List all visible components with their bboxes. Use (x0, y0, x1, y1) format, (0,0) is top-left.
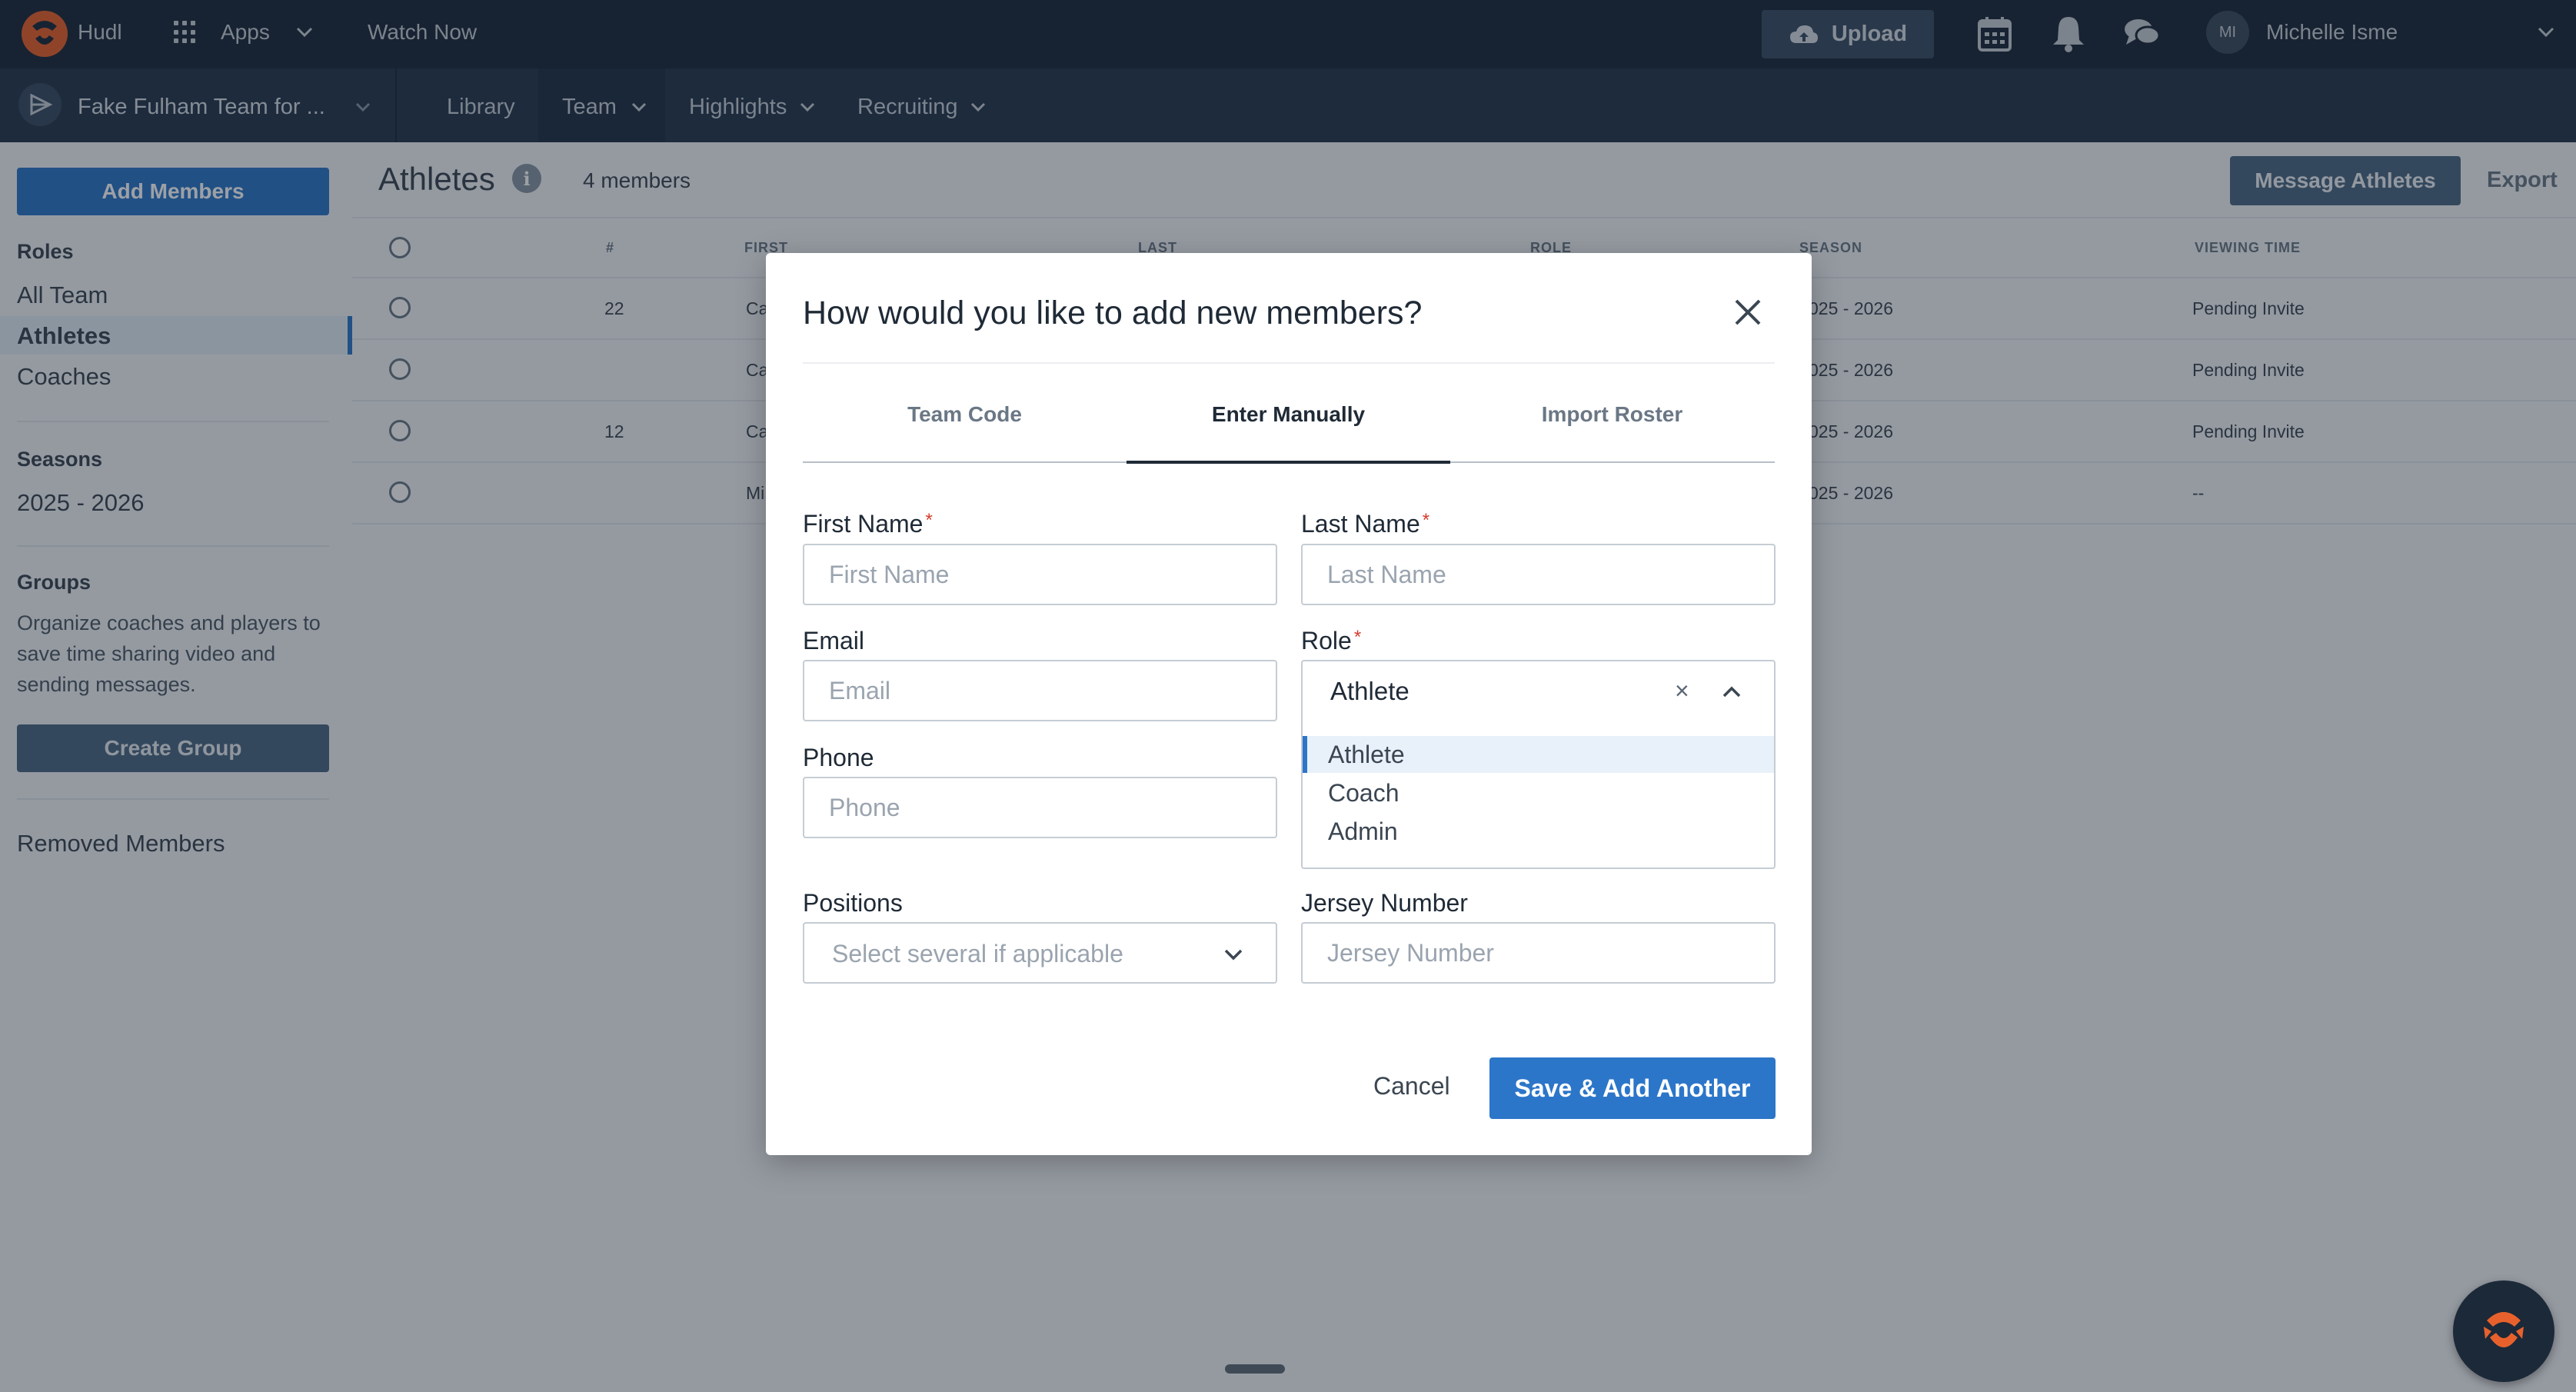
positions-label: Positions (803, 889, 903, 917)
tab-team-code[interactable]: Team Code (803, 402, 1127, 427)
role-select[interactable]: Athlete × (1301, 660, 1776, 721)
first-name-field[interactable] (803, 544, 1277, 605)
first-name-label: First Name * (803, 510, 933, 538)
positions-placeholder: Select several if applicable (832, 940, 1123, 967)
positions-select[interactable]: Select several if applicable (803, 922, 1277, 984)
cancel-button[interactable]: Cancel (1373, 1072, 1450, 1101)
save-add-another-button[interactable]: Save & Add Another (1489, 1057, 1776, 1119)
divider (803, 362, 1775, 364)
last-name-field[interactable] (1301, 544, 1776, 605)
role-option-athlete[interactable]: Athlete (1303, 736, 1774, 773)
tab-import-roster[interactable]: Import Roster (1450, 402, 1774, 427)
active-tab-indicator (1127, 461, 1450, 464)
role-option-coach[interactable]: Coach (1303, 774, 1774, 811)
hudl-logo-icon (2484, 1312, 2524, 1347)
modal-title: How would you like to add new members? (803, 295, 1423, 331)
help-chat-button[interactable] (2453, 1280, 2554, 1382)
role-dropdown-menu: Athlete Coach Admin (1301, 720, 1776, 869)
chevron-up-icon[interactable] (1718, 678, 1746, 706)
chevron-down-icon[interactable] (1220, 941, 1247, 968)
add-members-modal: How would you like to add new members? T… (766, 253, 1812, 1155)
tab-enter-manually[interactable]: Enter Manually (1127, 402, 1450, 427)
phone-label: Phone (803, 744, 874, 771)
close-icon[interactable] (1730, 295, 1766, 330)
role-selected-value: Athlete (1330, 677, 1409, 705)
jersey-number-label: Jersey Number (1301, 889, 1468, 917)
last-name-label: Last Name * (1301, 510, 1430, 538)
email-label: Email (803, 627, 865, 654)
role-label: Role * (1301, 627, 1362, 654)
role-option-admin[interactable]: Admin (1303, 813, 1774, 850)
phone-field[interactable] (803, 777, 1277, 838)
email-field[interactable] (803, 660, 1277, 721)
jersey-number-field[interactable] (1301, 922, 1776, 984)
scroll-indicator (1225, 1364, 1285, 1374)
clear-icon[interactable]: × (1675, 677, 1689, 705)
